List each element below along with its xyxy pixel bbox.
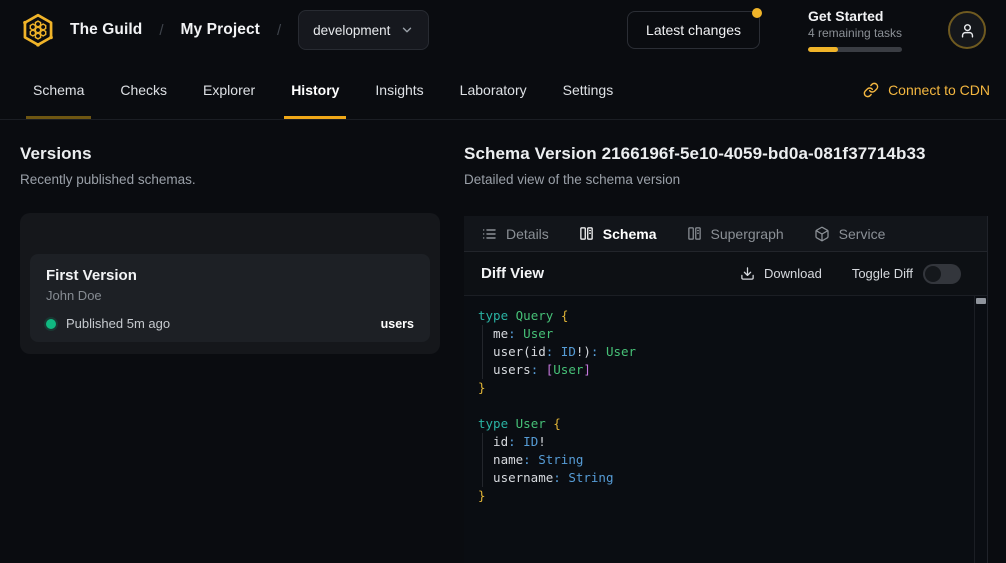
- breadcrumb-separator: /: [159, 22, 163, 39]
- breadcrumb-separator: /: [277, 22, 281, 39]
- tab-schema[interactable]: Schema: [579, 226, 657, 242]
- get-started-progress-fill: [808, 47, 838, 52]
- versions-title: Versions: [20, 144, 196, 164]
- tab-label: Details: [506, 226, 549, 242]
- hive-logo-icon[interactable]: [20, 12, 56, 48]
- main-content: Versions Recently published schemas. Fir…: [0, 120, 1006, 563]
- tab-supergraph[interactable]: Supergraph: [687, 226, 784, 242]
- connect-to-cdn-button[interactable]: Connect to CDN: [863, 82, 990, 98]
- nav-tab-checks[interactable]: Checks: [113, 60, 174, 119]
- toggle-diff-switch[interactable]: [923, 264, 961, 284]
- tab-label: Schema: [603, 226, 657, 242]
- diff-view-title: Diff View: [481, 265, 544, 282]
- columns-icon: [687, 226, 702, 241]
- version-detail-panel: Details Schema: [464, 216, 988, 563]
- version-list-item[interactable]: First Version John Doe Published 5m ago …: [30, 254, 430, 342]
- versions-list-card: First Version John Doe Published 5m ago …: [20, 213, 440, 354]
- notification-dot: [752, 8, 762, 18]
- tab-service[interactable]: Service: [814, 226, 886, 242]
- nav-tab-label: Schema: [33, 82, 84, 98]
- version-status-row: Published 5m ago users: [46, 316, 414, 331]
- detail-tab-bar: Details Schema: [464, 216, 987, 252]
- user-icon: [959, 22, 976, 39]
- tab-label: Supergraph: [711, 226, 784, 242]
- diff-actions: Download Toggle Diff: [740, 264, 961, 284]
- nav-tab-label: History: [291, 82, 339, 98]
- download-button[interactable]: Download: [740, 266, 822, 281]
- toggle-knob: [925, 266, 941, 282]
- tab-label: Service: [839, 226, 886, 242]
- nav-tabs: Schema Checks Explorer History Insights …: [26, 60, 620, 119]
- target-select[interactable]: development: [298, 10, 429, 50]
- nav-tab-label: Settings: [563, 82, 614, 98]
- link-icon: [863, 82, 879, 98]
- code-scrollbar[interactable]: [974, 296, 987, 563]
- get-started-title: Get Started: [808, 8, 902, 24]
- toggle-diff-label: Toggle Diff: [852, 266, 913, 281]
- code-block: type Query { me: User user(id: ID!): Use…: [464, 307, 987, 505]
- connect-to-cdn-label: Connect to CDN: [888, 82, 990, 98]
- version-detail-subtitle: Detailed view of the schema version: [464, 172, 988, 187]
- nav-tab-label: Checks: [120, 82, 167, 98]
- nav-tab-insights[interactable]: Insights: [368, 60, 430, 119]
- target-nav: Schema Checks Explorer History Insights …: [0, 60, 1006, 120]
- breadcrumb-org[interactable]: The Guild: [70, 21, 142, 39]
- version-status-text: Published 5m ago: [66, 316, 170, 331]
- versions-subtitle: Recently published schemas.: [20, 172, 196, 187]
- version-name: First Version: [46, 267, 414, 284]
- tab-details[interactable]: Details: [481, 226, 549, 242]
- nav-tab-history[interactable]: History: [284, 60, 346, 119]
- nav-tab-label: Explorer: [203, 82, 255, 98]
- latest-changes-button[interactable]: Latest changes: [627, 11, 760, 49]
- user-avatar[interactable]: [948, 11, 986, 49]
- version-detail-header: Schema Version 2166196f-5e10-4059-bd0a-0…: [464, 144, 988, 187]
- breadcrumb-project[interactable]: My Project: [181, 21, 260, 39]
- get-started-widget[interactable]: Get Started 4 remaining tasks: [808, 8, 902, 52]
- get-started-progressbar: [808, 47, 902, 52]
- nav-tab-label: Insights: [375, 82, 423, 98]
- download-label: Download: [764, 266, 822, 281]
- version-author: John Doe: [46, 288, 414, 303]
- nav-tab-laboratory[interactable]: Laboratory: [453, 60, 534, 119]
- app-header: The Guild / My Project / development Lat…: [0, 0, 1006, 60]
- nav-tab-label: Laboratory: [460, 82, 527, 98]
- list-icon: [481, 226, 497, 242]
- published-status-dot: [46, 319, 56, 329]
- schema-code-viewer[interactable]: type Query { me: User user(id: ID!): Use…: [464, 296, 987, 563]
- nav-tab-explorer[interactable]: Explorer: [196, 60, 262, 119]
- get-started-subtitle: 4 remaining tasks: [808, 26, 902, 40]
- version-detail-title: Schema Version 2166196f-5e10-4059-bd0a-0…: [464, 144, 988, 164]
- chevron-down-icon: [400, 23, 414, 37]
- columns-icon: [579, 226, 594, 241]
- target-select-value: development: [313, 23, 390, 38]
- diff-view-header: Diff View Download Toggle Diff: [464, 252, 987, 296]
- nav-tab-schema[interactable]: Schema: [26, 60, 91, 119]
- versions-header: Versions Recently published schemas.: [20, 144, 196, 187]
- version-service-badge: users: [381, 317, 414, 331]
- scrollbar-thumb[interactable]: [976, 298, 986, 304]
- latest-changes-label: Latest changes: [646, 22, 741, 38]
- nav-tab-settings[interactable]: Settings: [556, 60, 621, 119]
- cube-icon: [814, 226, 830, 242]
- download-icon: [740, 266, 755, 281]
